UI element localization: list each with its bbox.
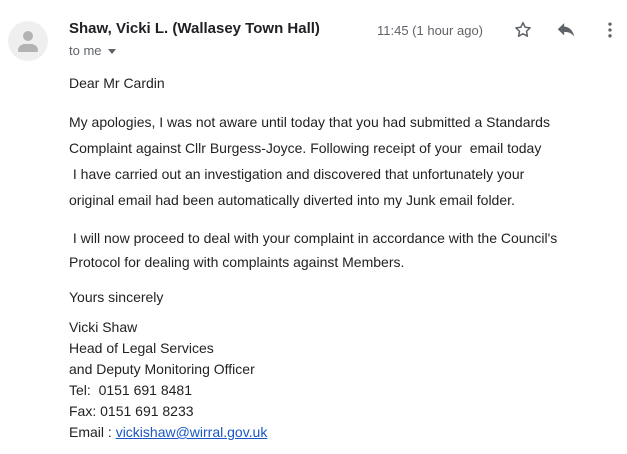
email-link[interactable]: vickishaw@wirral.gov.uk <box>116 424 268 440</box>
body-line: Protocol for dealing with complaints aga… <box>69 254 405 270</box>
message-timestamp: 11:45 (1 hour ago) <box>377 23 483 38</box>
more-vert-icon <box>608 22 612 38</box>
star-icon <box>515 21 531 37</box>
body-line: I will now proceed to deal with your com… <box>69 230 558 246</box>
signature-title-2: and Deputy Monitoring Officer <box>69 361 255 377</box>
star-button[interactable] <box>511 18 535 42</box>
signature-email-label: Email : <box>69 424 116 440</box>
email-message-view: Shaw, Vicki L. (Wallasey Town Hall) to m… <box>0 0 627 454</box>
person-icon-body <box>18 44 38 52</box>
person-icon-head <box>23 31 33 41</box>
body-line: Complaint against Cllr Burgess-Joyce. Fo… <box>69 140 542 156</box>
signature-tel: Tel: 0151 691 8481 <box>69 382 192 398</box>
chevron-down-icon <box>107 48 116 54</box>
recipient-details-toggle[interactable]: to me <box>69 43 116 58</box>
signature-title: Head of Legal Services <box>69 340 214 356</box>
sender-name[interactable]: Shaw, Vicki L. (Wallasey Town Hall) <box>69 20 320 37</box>
more-options-button[interactable] <box>598 18 622 42</box>
signature-name: Vicki Shaw <box>69 319 138 335</box>
body-line: My apologies, I was not aware until toda… <box>69 114 550 130</box>
paragraph-next-steps: I will now proceed to deal with your com… <box>69 226 609 274</box>
reply-icon <box>557 23 575 37</box>
closing: Yours sincerely <box>69 289 164 305</box>
greeting: Dear Mr Cardin <box>69 75 165 91</box>
signature-fax: Fax: 0151 691 8233 <box>69 403 194 419</box>
signature-email-row: Email : vickishaw@wirral.gov.uk <box>69 422 609 443</box>
sender-avatar <box>8 21 48 61</box>
body-line: original email had been automatically di… <box>69 192 515 208</box>
message-body: Dear Mr Cardin My apologies, I was not a… <box>69 72 609 443</box>
body-line: I have carried out an investigation and … <box>69 166 525 182</box>
reply-button[interactable] <box>554 18 578 42</box>
signature-block: Vicki Shaw Head of Legal Services and De… <box>69 317 609 443</box>
recipient-label: to me <box>69 43 102 58</box>
paragraph-apology: My apologies, I was not aware until toda… <box>69 109 609 213</box>
